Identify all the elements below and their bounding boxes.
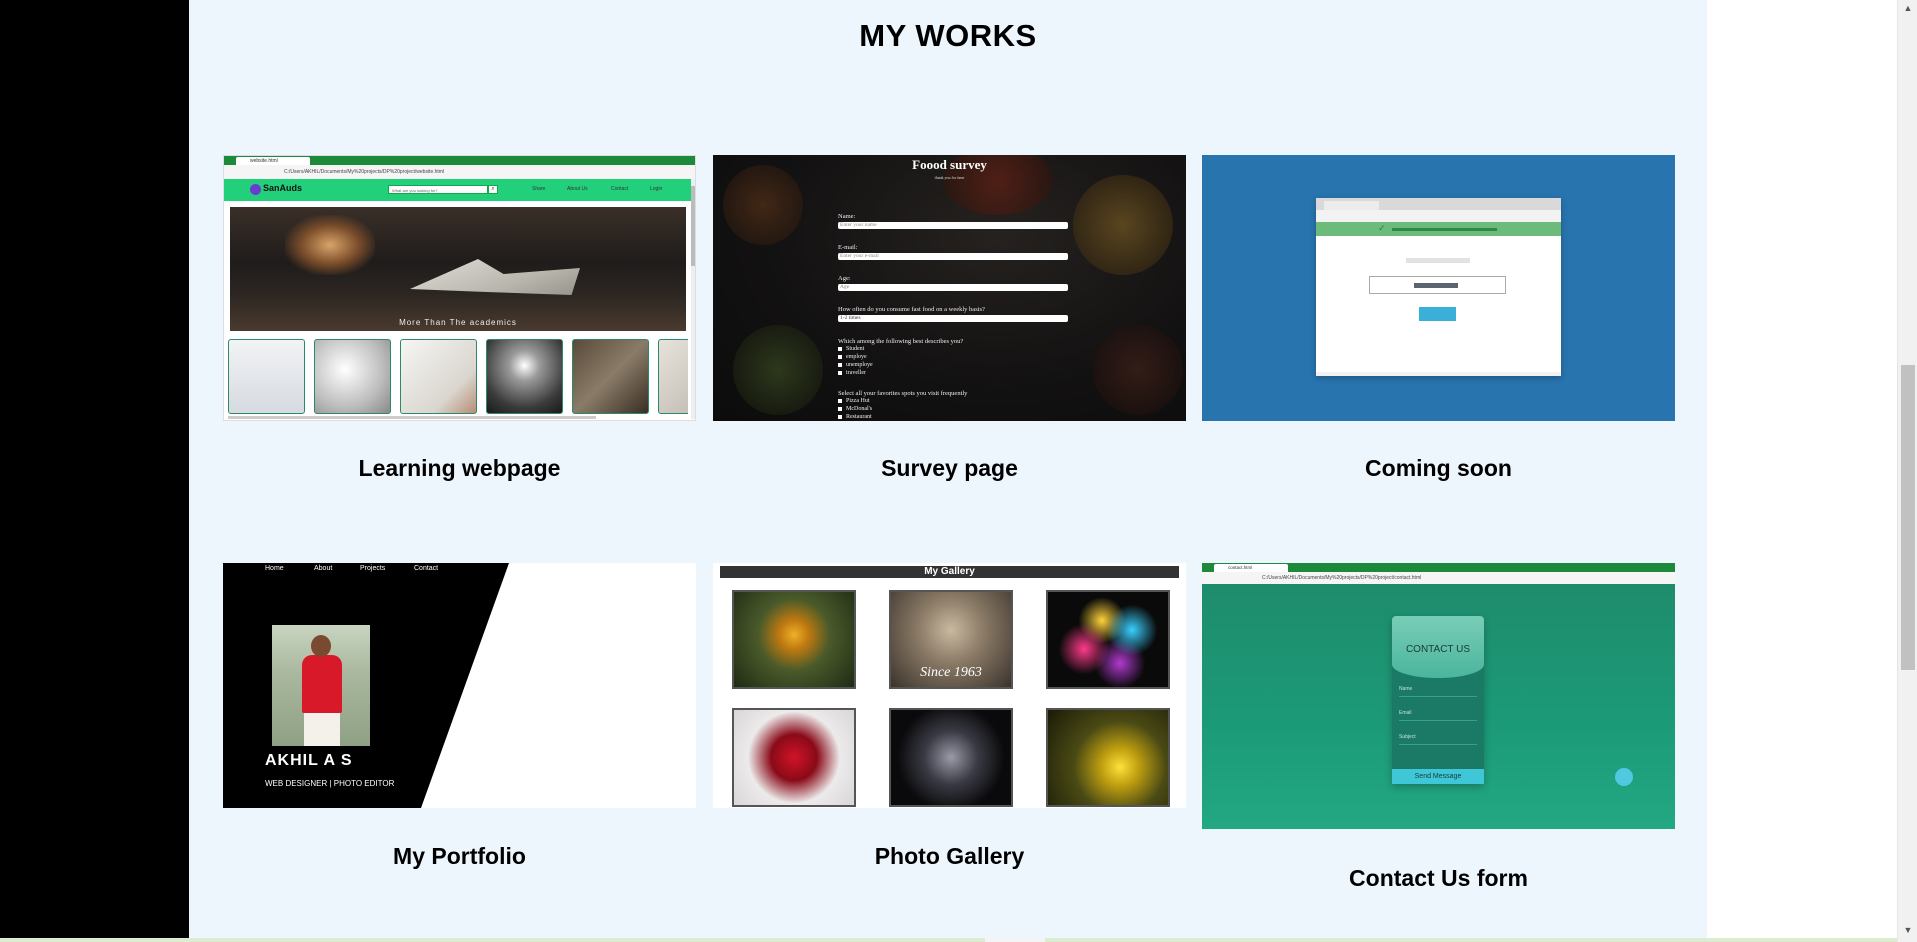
gallery-image <box>486 339 563 414</box>
site-nav-link: Contact <box>611 186 629 192</box>
survey-subtitle: thank you for time <box>934 175 965 180</box>
portfolio-thumbnail[interactable]: Home About Projects Contact AKHIL A S WE… <box>223 563 696 808</box>
gallery-photo <box>889 708 1013 807</box>
contact-field: Email <box>1399 710 1477 721</box>
contact-card: CONTACT US Name Email Subject Send Messa… <box>1392 616 1484 784</box>
work-card-learning-webpage: website.html C:/Users/AKHIL/Documents/My… <box>223 155 696 481</box>
gallery-image <box>400 339 477 414</box>
gallery-photo <box>1046 708 1170 807</box>
section-title: MY WORKS <box>859 18 1037 53</box>
contact-field: Subject <box>1399 734 1477 745</box>
work-caption[interactable]: Coming soon <box>1202 455 1675 482</box>
spots-option: Pizza Hut <box>838 398 870 404</box>
check-icon: ✓ <box>1378 223 1386 233</box>
search-icon: ⌕ <box>488 185 498 194</box>
describe-option: employe <box>838 354 867 360</box>
site-nav-link: Login <box>650 186 663 192</box>
name-label: Name: <box>838 213 856 220</box>
browser-tab: website.html <box>236 157 310 165</box>
work-caption[interactable]: Survey page <box>713 455 1186 482</box>
portfolio-nav-link: Projects <box>360 565 386 572</box>
scroll-down-arrow-icon[interactable]: ▼ <box>1898 922 1917 938</box>
frequency-select: 1-2 times <box>838 315 1068 322</box>
contact-field: Name <box>1399 686 1477 697</box>
horizontal-scrollbar[interactable] <box>0 938 1897 942</box>
right-margin <box>1707 0 1897 942</box>
hero-text: More Than The academics <box>399 318 517 327</box>
survey-title: Foood survey <box>912 157 987 172</box>
gallery-photo <box>732 708 856 807</box>
site-nav-link: About Us <box>567 186 588 192</box>
email-field: Enter your e-mail <box>838 253 1068 260</box>
gallery-photo <box>732 590 856 689</box>
gallery-image <box>572 339 649 414</box>
site-search-input: What are you looking for? <box>388 185 488 194</box>
work-card-contact-form: contact.html C:/Users/AKHIL/Documents/My… <box>1202 563 1675 891</box>
works-section: MY WORKS website.html C:/Users/AKHIL/Doc… <box>189 0 1707 942</box>
coming-soon-thumbnail[interactable]: ✓ <box>1202 155 1675 421</box>
describe-label: Which among the following best describes… <box>838 338 964 345</box>
gallery-photo: Since 1963 <box>889 590 1013 689</box>
scrollbar-thumb[interactable] <box>1901 365 1915 670</box>
describe-option: traveller <box>838 370 866 376</box>
window-illustration: ✓ <box>1316 198 1561 376</box>
logo-icon <box>250 184 261 195</box>
work-card-coming-soon: ✓ Coming soon <box>1202 155 1675 481</box>
describe-option: Student <box>838 346 864 352</box>
portfolio-nav-link: Home <box>265 565 284 572</box>
site-logo: SanAuds <box>263 183 303 193</box>
portfolio-nav-link: About <box>314 565 333 572</box>
gallery-image <box>314 339 391 414</box>
work-caption[interactable]: Contact Us form <box>1202 865 1675 892</box>
browser-url: C:/Users/AKHIL/Documents/My%20projects/D… <box>1262 575 1422 581</box>
horizontal-scrollbar-thumb[interactable] <box>985 938 1045 942</box>
describe-option: unemploye <box>838 362 873 368</box>
gallery-image <box>658 339 688 414</box>
gallery-image <box>228 339 305 414</box>
work-caption[interactable]: Photo Gallery <box>713 843 1186 870</box>
age-label: Age: <box>838 275 851 282</box>
contact-title: CONTACT US <box>1405 644 1471 655</box>
site-navbar: SanAuds What are you looking for? ⌕ Shar… <box>224 179 692 201</box>
send-message-button: Send Message <box>1392 769 1484 784</box>
work-card-portfolio: Home About Projects Contact AKHIL A S WE… <box>223 563 696 869</box>
photo-gallery-thumbnail[interactable]: My Gallery Since 1963 <box>713 563 1186 808</box>
portfolio-nav-link: Contact <box>414 565 439 572</box>
profile-photo <box>272 625 370 746</box>
spots-option: Restaurant <box>838 414 872 420</box>
coin-caption: Since 1963 <box>920 665 982 680</box>
scroll-up-arrow-icon[interactable]: ▲ <box>1898 0 1917 16</box>
name-field: Enter your name <box>838 222 1068 229</box>
work-card-photo-gallery: My Gallery Since 1963 Photo Gallery <box>713 563 1186 869</box>
vertical-scrollbar[interactable]: ▲ ▼ <box>1897 0 1917 942</box>
spots-label: Select all your favorites spots you visi… <box>838 390 968 397</box>
work-card-survey-page: Foood survey thank you for time Name: En… <box>713 155 1186 481</box>
site-nav-link: Share <box>532 186 546 192</box>
browser-tab: contact.html <box>1214 564 1288 572</box>
book-image <box>410 259 580 295</box>
browser-addressbar: C:/Users/AKHIL/Documents/My%20projects/D… <box>224 165 695 180</box>
gallery-heading: My Gallery <box>720 566 1179 578</box>
gallery-photo <box>1046 590 1170 689</box>
email-label: E-mail: <box>838 244 858 251</box>
spots-option: McDonal's <box>838 406 872 412</box>
contact-form-thumbnail[interactable]: contact.html C:/Users/AKHIL/Documents/My… <box>1202 563 1675 829</box>
browser-url: C:/Users/AKHIL/Documents/My%20projects/D… <box>284 169 445 175</box>
thumb-gallery <box>226 339 688 416</box>
work-caption[interactable]: My Portfolio <box>223 843 696 870</box>
hero-image: More Than The academics <box>230 207 686 331</box>
decorative-dot <box>1615 768 1633 786</box>
portfolio-role: WEB DESIGNER | PHOTO EDITOR <box>265 779 395 788</box>
learning-webpage-thumbnail[interactable]: website.html C:/Users/AKHIL/Documents/My… <box>223 155 696 421</box>
portfolio-name: AKHIL A S <box>265 752 353 769</box>
left-black-panel <box>0 0 189 942</box>
browser-addressbar: C:/Users/AKHIL/Documents/My%20projects/D… <box>1202 572 1675 584</box>
work-caption[interactable]: Learning webpage <box>223 455 696 482</box>
age-field: Age <box>838 284 1068 291</box>
frequency-label: How often do you consume fast food on a … <box>838 306 985 313</box>
survey-page-thumbnail[interactable]: Foood survey thank you for time Name: En… <box>713 155 1186 421</box>
